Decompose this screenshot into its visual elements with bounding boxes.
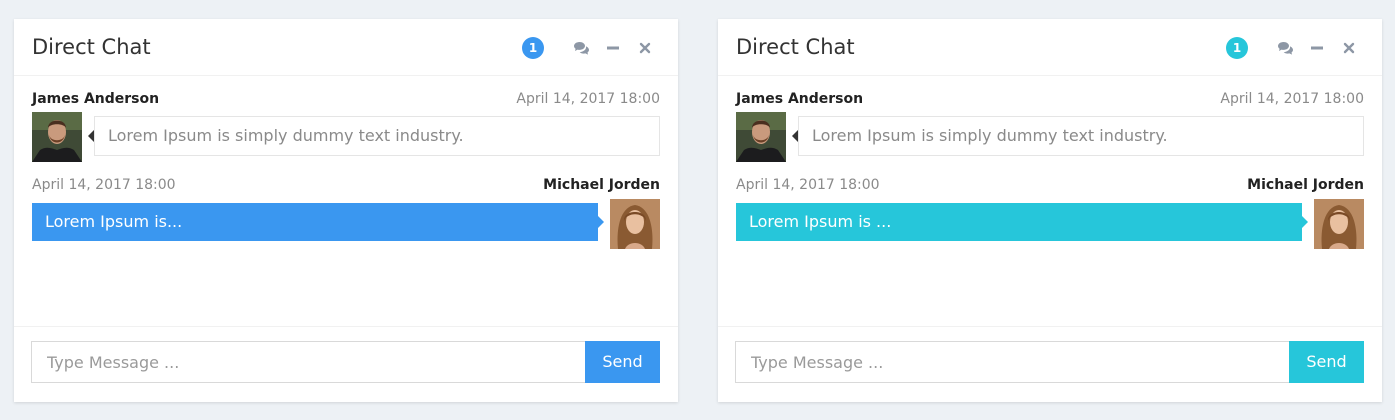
- message-timestamp: April 14, 2017 18:00: [516, 91, 660, 107]
- chat-footer: Send: [14, 326, 678, 403]
- message-timestamp: April 14, 2017 18:00: [32, 177, 176, 193]
- message-input[interactable]: [735, 341, 1290, 383]
- message-sender-name: James Anderson: [32, 91, 160, 107]
- chat-title: Direct Chat: [736, 35, 855, 59]
- send-button[interactable]: Send: [1289, 341, 1364, 383]
- comments-icon[interactable]: [1276, 39, 1294, 57]
- direct-chat-panel: Direct Chat 1 James Anderson April 14, 2…: [14, 19, 678, 402]
- message-timestamp: April 14, 2017 18:00: [1220, 91, 1364, 107]
- chat-title: Direct Chat: [32, 35, 151, 59]
- times-icon[interactable]: [636, 39, 654, 57]
- new-messages-badge[interactable]: 1: [522, 37, 544, 59]
- incoming-message-bubble: Lorem Ipsum is simply dummy text industr…: [94, 116, 660, 156]
- outgoing-message-bubble: Lorem Ipsum is ...: [736, 203, 1302, 241]
- bubble-arrow: [598, 216, 604, 228]
- minus-icon[interactable]: [1308, 39, 1326, 57]
- message-sender-name: Michael Jorden: [1247, 177, 1364, 193]
- chat-header: Direct Chat 1: [718, 19, 1382, 76]
- direct-chat-panel: Direct Chat 1 James Anderson April 14, 2…: [718, 19, 1382, 402]
- chat-header: Direct Chat 1: [14, 19, 678, 76]
- new-messages-badge[interactable]: 1: [1226, 37, 1248, 59]
- send-button[interactable]: Send: [585, 341, 660, 383]
- chat-footer: Send: [718, 326, 1382, 403]
- incoming-message-bubble: Lorem Ipsum is simply dummy text industr…: [798, 116, 1364, 156]
- avatar: [1314, 199, 1364, 249]
- minus-icon[interactable]: [604, 39, 622, 57]
- chat-tools: 1: [1226, 37, 1358, 59]
- avatar: [32, 112, 82, 162]
- avatar: [736, 112, 786, 162]
- outgoing-message-bubble: Lorem Ipsum is...: [32, 203, 598, 241]
- message-sender-name: James Anderson: [736, 91, 864, 107]
- message-input[interactable]: [31, 341, 586, 383]
- message-timestamp: April 14, 2017 18:00: [736, 177, 880, 193]
- comments-icon[interactable]: [572, 39, 590, 57]
- bubble-arrow: [1302, 216, 1308, 228]
- chat-tools: 1: [522, 37, 654, 59]
- times-icon[interactable]: [1340, 39, 1358, 57]
- avatar: [610, 199, 660, 249]
- message-sender-name: Michael Jorden: [543, 177, 660, 193]
